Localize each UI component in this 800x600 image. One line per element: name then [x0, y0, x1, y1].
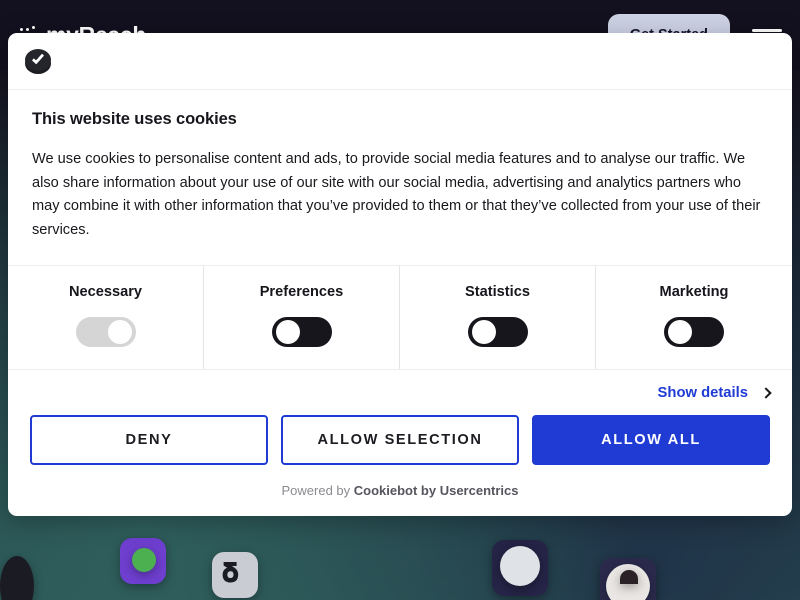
powered-by-label: Powered by: [281, 482, 354, 498]
consent-category-marketing: Marketing: [596, 266, 792, 369]
category-label: Preferences: [259, 283, 344, 300]
toggle-preferences[interactable]: [271, 316, 332, 347]
show-details-link[interactable]: Show details: [657, 384, 772, 401]
cookie-consent-dialog: This website uses cookies We use cookies…: [8, 33, 792, 516]
dialog-body: This website uses cookies We use cookies…: [8, 90, 792, 266]
category-label: Necessary: [68, 283, 143, 300]
background-app-icon: [132, 548, 156, 572]
dialog-actions: DENY ALLOW SELECTION ALLOW ALL: [8, 414, 792, 477]
nyt-logo-icon: 𝛅: [222, 558, 239, 588]
avatar-hair-icon: [620, 570, 638, 584]
details-row: Show details: [8, 370, 792, 415]
category-label: Marketing: [659, 283, 729, 300]
background-app-icon: [500, 546, 540, 586]
consent-category-necessary: Necessary: [8, 265, 204, 369]
consent-category-statistics: Statistics: [400, 265, 596, 369]
dialog-description: We use cookies to personalise content an…: [32, 151, 761, 238]
page-root: 𝛅 17:27 My Personal Stuff ⋯: [0, 0, 800, 600]
consent-category-preferences: Preferences: [204, 265, 400, 369]
toggle-necessary: [75, 316, 136, 347]
background-app-tile: [0, 556, 34, 600]
show-details-label: Show details: [657, 384, 748, 401]
toggle-statistics[interactable]: [467, 316, 528, 347]
dialog-logo-bar: [8, 33, 792, 90]
consent-categories: Necessary Preferences Statistics Marketi…: [8, 265, 792, 370]
dialog-heading: This website uses cookies: [32, 110, 237, 128]
toggle-marketing[interactable]: [664, 316, 724, 347]
category-label: Statistics: [465, 283, 530, 300]
cookiebot-brand-link[interactable]: Cookiebot by Usercentrics: [354, 483, 519, 498]
dialog-footer: Powered by Cookiebot by Usercentrics: [8, 477, 792, 516]
chevron-right-icon: [760, 386, 772, 399]
allow-all-button[interactable]: ALLOW ALL: [532, 414, 770, 465]
allow-selection-button[interactable]: ALLOW SELECTION: [281, 414, 519, 465]
cookiebot-cookie-check-icon: [24, 47, 52, 75]
deny-button[interactable]: DENY: [30, 414, 268, 465]
